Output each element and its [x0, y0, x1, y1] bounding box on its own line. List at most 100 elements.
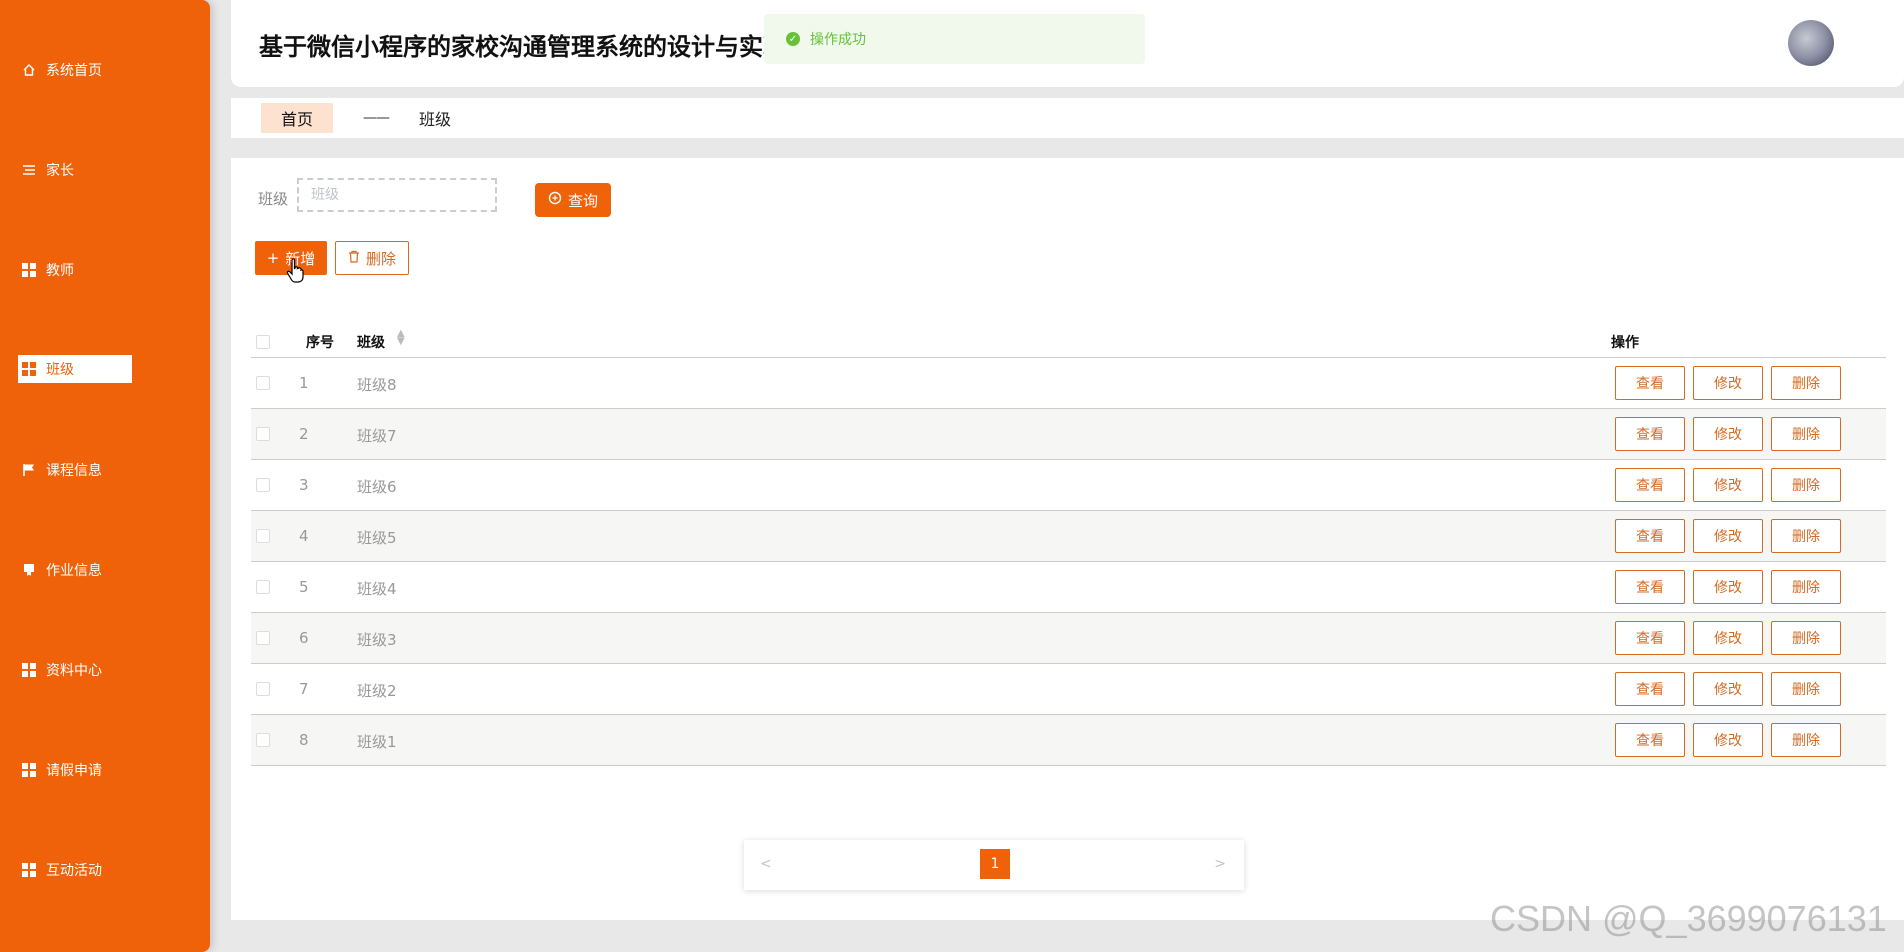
menu-lines-icon: [18, 164, 40, 176]
sidebar-item-home[interactable]: 系统首页: [18, 56, 132, 84]
sidebar-item-label: 系统首页: [46, 63, 102, 79]
sidebar-item-label: 家长: [46, 163, 74, 179]
main-content: 班级 查询 + 新增 删除 序号 班级 ▲▼ 操作 1班级8查看修改删除2班级7…: [231, 158, 1904, 920]
view-button[interactable]: 查看: [1615, 366, 1685, 400]
delete-button[interactable]: 删除: [1771, 417, 1841, 451]
view-button[interactable]: 查看: [1615, 672, 1685, 706]
breadcrumb-home[interactable]: 首页: [261, 103, 334, 133]
batch-delete-label: 删除: [365, 249, 396, 268]
view-button[interactable]: 查看: [1615, 417, 1685, 451]
row-checkbox[interactable]: [256, 427, 270, 441]
prev-page-button[interactable]: <: [760, 856, 772, 872]
trash-icon: [348, 249, 360, 267]
watermark: CSDN @Q_3699076131: [1490, 898, 1887, 939]
sidebar-item-activities[interactable]: 互动活动: [18, 856, 132, 884]
row-checkbox[interactable]: [256, 733, 270, 747]
search-icon: [548, 191, 562, 209]
column-header-name[interactable]: 班级: [357, 332, 385, 352]
search-input[interactable]: [297, 178, 497, 212]
breadcrumb-current: 班级: [419, 110, 452, 129]
table-row: 1 班级8 查看 修改 删除: [251, 358, 1886, 409]
hand-cursor-icon: [286, 258, 306, 288]
edit-button[interactable]: 修改: [1693, 468, 1763, 502]
table-header: 序号 班级 ▲ ▼ 操作: [251, 318, 1886, 358]
sidebar-item-label: 课程信息: [46, 463, 102, 479]
row-index: 3: [299, 476, 309, 494]
success-check-icon: ✓: [786, 32, 800, 46]
row-index: 1: [299, 374, 309, 392]
page-number-current[interactable]: 1: [980, 849, 1010, 879]
edit-button[interactable]: 修改: [1693, 672, 1763, 706]
row-index: 7: [299, 680, 309, 698]
table-row: 6 班级3 查看 修改 删除: [251, 613, 1886, 664]
avatar[interactable]: [1788, 20, 1834, 66]
sidebar-item-parents[interactable]: 家长: [18, 156, 132, 184]
select-all-checkbox[interactable]: [256, 335, 270, 349]
next-page-button[interactable]: >: [1214, 856, 1226, 872]
view-button[interactable]: 查看: [1615, 519, 1685, 553]
toast-message: 操作成功: [810, 32, 866, 48]
edit-button[interactable]: 修改: [1693, 519, 1763, 553]
table-row: 2 班级7 查看 修改 删除: [251, 409, 1886, 460]
edit-button[interactable]: 修改: [1693, 621, 1763, 655]
table-row: 5 班级4 查看 修改 删除: [251, 562, 1886, 613]
edit-button[interactable]: 修改: [1693, 366, 1763, 400]
delete-button[interactable]: 删除: [1771, 366, 1841, 400]
view-button[interactable]: 查看: [1615, 570, 1685, 604]
row-checkbox[interactable]: [256, 631, 270, 645]
row-class-name: 班级6: [357, 478, 397, 496]
row-checkbox[interactable]: [256, 580, 270, 594]
row-index: 6: [299, 629, 309, 647]
search-label: 班级: [258, 190, 289, 208]
row-checkbox[interactable]: [256, 478, 270, 492]
table-row: 8 班级1 查看 修改 删除: [251, 715, 1886, 766]
sidebar-item-label: 作业信息: [46, 563, 102, 579]
home-icon: [18, 63, 40, 77]
view-button[interactable]: 查看: [1615, 621, 1685, 655]
row-class-name: 班级5: [357, 529, 397, 547]
row-index: 5: [299, 578, 309, 596]
delete-button[interactable]: 删除: [1771, 672, 1841, 706]
row-class-name: 班级8: [357, 376, 397, 394]
row-class-name: 班级4: [357, 580, 397, 598]
query-button-label: 查询: [567, 191, 598, 210]
sidebar-item-label: 资料中心: [46, 663, 102, 679]
sidebar-item-leave[interactable]: 请假申请: [18, 756, 132, 784]
sidebar-item-courses[interactable]: 课程信息: [18, 456, 132, 484]
sidebar-item-resources[interactable]: 资料中心: [18, 656, 132, 684]
row-index: 8: [299, 731, 309, 749]
delete-button[interactable]: 删除: [1771, 468, 1841, 502]
breadcrumb-separator: ——: [363, 110, 390, 126]
delete-button[interactable]: 删除: [1771, 621, 1841, 655]
sidebar-item-label: 教师: [46, 263, 74, 279]
sidebar: 系统首页 家长 教师 班级 课程信息 作业信息 资料中心 请假申请 互动活动: [0, 0, 210, 952]
sidebar-item-classes[interactable]: 班级: [18, 355, 132, 383]
app-title: 基于微信小程序的家校沟通管理系统的设计与实现: [259, 33, 787, 61]
row-index: 4: [299, 527, 309, 545]
sidebar-item-teachers[interactable]: 教师: [18, 256, 132, 284]
edit-button[interactable]: 修改: [1693, 723, 1763, 757]
query-button[interactable]: 查询: [535, 183, 611, 217]
sidebar-item-homework[interactable]: 作业信息: [18, 556, 132, 584]
delete-button[interactable]: 删除: [1771, 570, 1841, 604]
edit-button[interactable]: 修改: [1693, 570, 1763, 604]
grid-icon: [18, 863, 40, 877]
row-checkbox[interactable]: [256, 529, 270, 543]
grid-icon: [18, 763, 40, 777]
batch-delete-button[interactable]: 删除: [335, 241, 409, 275]
row-checkbox[interactable]: [256, 682, 270, 696]
header: 基于微信小程序的家校沟通管理系统的设计与实现 ✓ 操作成功: [231, 0, 1904, 87]
delete-button[interactable]: 删除: [1771, 723, 1841, 757]
row-class-name: 班级2: [357, 682, 397, 700]
flag-icon: [18, 463, 40, 477]
view-button[interactable]: 查看: [1615, 468, 1685, 502]
view-button[interactable]: 查看: [1615, 723, 1685, 757]
column-header-index: 序号: [306, 335, 334, 351]
delete-button[interactable]: 删除: [1771, 519, 1841, 553]
breadcrumb: 首页 —— 班级: [231, 98, 1904, 138]
edit-button[interactable]: 修改: [1693, 417, 1763, 451]
row-checkbox[interactable]: [256, 376, 270, 390]
grid-icon: [18, 663, 40, 677]
sort-icon[interactable]: ▲ ▼: [397, 329, 405, 347]
row-class-name: 班级3: [357, 631, 397, 649]
